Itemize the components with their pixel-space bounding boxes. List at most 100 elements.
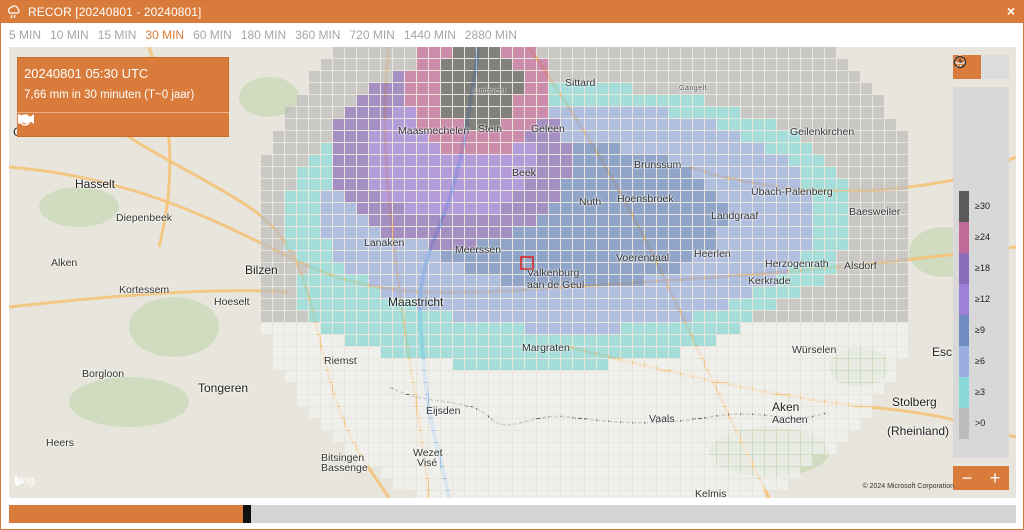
radar-cell bbox=[453, 107, 464, 118]
radar-cell bbox=[585, 491, 596, 498]
radar-cell bbox=[285, 119, 296, 130]
radar-cell bbox=[561, 191, 572, 202]
radar-cell bbox=[405, 155, 416, 166]
place-label: Alken bbox=[51, 257, 78, 269]
radar-cell bbox=[681, 383, 692, 394]
interval-tab-5-min[interactable]: 5 MIN bbox=[9, 26, 41, 44]
radar-cell bbox=[621, 371, 632, 382]
radar-cell bbox=[285, 287, 296, 298]
radar-cell bbox=[801, 359, 812, 370]
radar-cell bbox=[573, 227, 584, 238]
radar-cell bbox=[525, 311, 536, 322]
radar-cell bbox=[813, 227, 824, 238]
radar-cell bbox=[369, 335, 380, 346]
radar-cell bbox=[693, 95, 704, 106]
radar-cell bbox=[705, 227, 716, 238]
interval-tab-720-min[interactable]: 720 MIN bbox=[349, 26, 394, 44]
interval-tab-30-min[interactable]: 30 MIN bbox=[145, 26, 184, 44]
radar-cell bbox=[321, 59, 332, 70]
interval-tab-60-min[interactable]: 60 MIN bbox=[193, 26, 232, 44]
radar-cell bbox=[729, 359, 740, 370]
radar-cell bbox=[489, 191, 500, 202]
radar-cell bbox=[489, 47, 500, 58]
radar-cell bbox=[885, 239, 896, 250]
radar-cell bbox=[369, 251, 380, 262]
radar-cell bbox=[357, 395, 368, 406]
radar-cell bbox=[333, 287, 344, 298]
radar-cell bbox=[429, 227, 440, 238]
radar-cell bbox=[405, 227, 416, 238]
zoom-in-button[interactable]: + bbox=[981, 466, 1009, 490]
step-forward-button[interactable] bbox=[18, 114, 183, 136]
radar-cell bbox=[825, 47, 836, 58]
radar-cell bbox=[273, 215, 284, 226]
radar-cell bbox=[489, 443, 500, 454]
radar-cell bbox=[657, 59, 668, 70]
radar-map[interactable]: GenkHasseltDiepenbeekAlkenKortessemBilze… bbox=[9, 47, 1016, 498]
radar-cell bbox=[597, 287, 608, 298]
radar-cell bbox=[429, 491, 440, 498]
radar-cell bbox=[333, 239, 344, 250]
radar-cell bbox=[885, 191, 896, 202]
radar-cell bbox=[729, 191, 740, 202]
place-label: Kerkrade bbox=[748, 275, 791, 287]
radar-cell bbox=[357, 407, 368, 418]
zoom-out-button[interactable]: − bbox=[953, 466, 981, 490]
radar-cell bbox=[489, 311, 500, 322]
radar-cell bbox=[693, 383, 704, 394]
radar-cell bbox=[285, 275, 296, 286]
interval-tab-10-min[interactable]: 10 MIN bbox=[50, 26, 89, 44]
radar-cell bbox=[789, 431, 800, 442]
radar-cell bbox=[765, 347, 776, 358]
radar-cell bbox=[849, 143, 860, 154]
radar-cell bbox=[537, 179, 548, 190]
radar-cell bbox=[465, 395, 476, 406]
radar-cell bbox=[465, 167, 476, 178]
radar-cell bbox=[393, 395, 404, 406]
radar-cell bbox=[573, 443, 584, 454]
radar-cell bbox=[465, 215, 476, 226]
radar-cell bbox=[753, 263, 764, 274]
radar-cell bbox=[417, 107, 428, 118]
interval-tab-360-min[interactable]: 360 MIN bbox=[295, 26, 340, 44]
radar-cell bbox=[285, 143, 296, 154]
time-slider-handle[interactable] bbox=[242, 505, 251, 523]
radar-cell bbox=[297, 155, 308, 166]
step-back-button[interactable] bbox=[19, 114, 99, 136]
radar-cell bbox=[501, 347, 512, 358]
radar-cell bbox=[873, 179, 884, 190]
radar-cell bbox=[489, 371, 500, 382]
radar-cell bbox=[489, 431, 500, 442]
radar-cell bbox=[273, 203, 284, 214]
radar-cell bbox=[897, 131, 908, 142]
radar-cell bbox=[885, 167, 896, 178]
interval-tab-180-min[interactable]: 180 MIN bbox=[241, 26, 286, 44]
place-label: Diepenbeek bbox=[116, 212, 173, 224]
radar-cell bbox=[657, 47, 668, 58]
radar-cell bbox=[285, 335, 296, 346]
radar-cell bbox=[633, 383, 644, 394]
radar-cell bbox=[321, 131, 332, 142]
radar-cell bbox=[741, 83, 752, 94]
radar-cell bbox=[801, 107, 812, 118]
radar-cell bbox=[465, 275, 476, 286]
time-slider[interactable] bbox=[9, 505, 1016, 523]
radar-cell bbox=[417, 371, 428, 382]
return-period-toggle[interactable] bbox=[953, 55, 1009, 79]
radar-cell bbox=[873, 359, 884, 370]
radar-cell bbox=[453, 59, 464, 70]
radar-cell bbox=[345, 215, 356, 226]
interval-tab-2880-min[interactable]: 2880 MIN bbox=[465, 26, 517, 44]
radar-cell bbox=[381, 191, 392, 202]
play-button[interactable] bbox=[19, 114, 141, 136]
radar-cell bbox=[441, 383, 452, 394]
close-button[interactable]: × bbox=[1007, 3, 1015, 19]
forward-60-button[interactable]: 60 bbox=[19, 114, 226, 136]
radar-cell bbox=[381, 167, 392, 178]
radar-cell bbox=[441, 143, 452, 154]
interval-tab-15-min[interactable]: 15 MIN bbox=[98, 26, 137, 44]
forest-area bbox=[129, 297, 219, 357]
radar-cell bbox=[645, 395, 656, 406]
radar-cell bbox=[669, 323, 680, 334]
interval-tab-1440-min[interactable]: 1440 MIN bbox=[404, 26, 456, 44]
